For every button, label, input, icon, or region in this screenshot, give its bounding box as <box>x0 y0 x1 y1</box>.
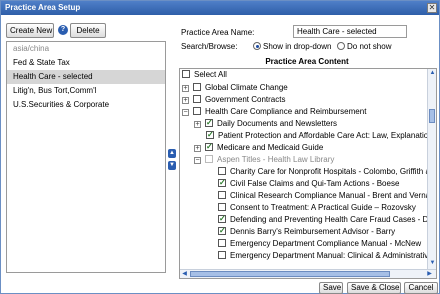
scroll-left-icon[interactable]: ◀ <box>180 270 189 278</box>
delete-button[interactable]: Delete <box>70 23 106 38</box>
checkbox-checked-icon[interactable] <box>218 213 226 225</box>
move-down-icon[interactable]: ▼ <box>168 161 176 170</box>
tree-row-label: Emergency Department Compliance Manual -… <box>230 239 422 248</box>
help-icon[interactable]: ? <box>58 25 68 35</box>
move-up-icon[interactable]: ▲ <box>168 149 176 158</box>
select-all-row[interactable]: Select All <box>182 69 227 81</box>
checkbox-icon[interactable] <box>182 70 190 78</box>
list-item[interactable]: U.S.Securities & Corporate <box>7 98 165 112</box>
list-item[interactable]: Fed & State Tax <box>7 56 165 70</box>
practice-area-name-label: Practice Area Name: <box>181 28 255 37</box>
checkbox-disabled-icon <box>205 155 213 163</box>
practice-area-name-input[interactable]: Health Care - selected <box>293 25 407 38</box>
horizontal-scroll-thumb[interactable] <box>190 271 390 277</box>
checkbox-checked-icon[interactable] <box>218 225 226 237</box>
save-and-close-button[interactable]: Save & Close <box>347 282 401 294</box>
tree-row[interactable]: + Medicare and Medicaid Guide <box>194 141 324 154</box>
checkbox-icon[interactable] <box>193 95 201 103</box>
vertical-scrollbar[interactable]: ▲ ▼ <box>427 69 436 269</box>
radio-show-label: Show in drop-down <box>263 42 332 51</box>
content-tree: Select All + Global Climate Change + Gover… <box>179 68 437 279</box>
radio-on-icon <box>253 42 261 50</box>
window-title: Practice Area Setup <box>5 3 81 12</box>
collapse-icon[interactable]: − <box>182 109 189 116</box>
tree-row-label: Emergency Department Manual: Clinical & … <box>230 251 433 260</box>
tree-row-label: Medicare and Medicaid Guide <box>217 143 324 152</box>
checkbox-checked-icon[interactable] <box>206 129 214 141</box>
expand-icon[interactable]: + <box>194 145 201 152</box>
tree-row-label: Daily Documents and Newsletters <box>217 119 338 128</box>
expand-icon[interactable]: + <box>194 121 201 128</box>
tree-row[interactable]: Defending and Preventing Health Care Fra… <box>218 213 433 226</box>
create-new-button[interactable]: Create New <box>6 23 54 38</box>
checkbox-checked-icon[interactable] <box>205 141 213 153</box>
tree-row-label: Global Climate Change <box>205 83 288 92</box>
title-bar: Practice Area Setup <box>1 1 439 15</box>
select-all-label: Select All <box>194 70 227 79</box>
checkbox-icon[interactable] <box>193 107 201 115</box>
tree-row-label: Consent to Treatment: A Practical Guide … <box>230 203 416 212</box>
checkbox-icon[interactable] <box>218 239 226 247</box>
tree-row[interactable]: Consent to Treatment: A Practical Guide … <box>218 202 416 214</box>
tree-row[interactable]: Patient Protection and Affordable Care A… <box>206 129 435 142</box>
radio-hide-label: Do not show <box>347 42 392 51</box>
save-button[interactable]: Save <box>319 282 343 294</box>
scroll-up-icon[interactable]: ▲ <box>428 69 436 78</box>
scroll-down-icon[interactable]: ▼ <box>428 259 436 268</box>
tree-row-label: Dennis Barry's Reimbursement Advisor - B… <box>230 227 396 236</box>
checkbox-icon[interactable] <box>218 251 226 259</box>
collapse-icon[interactable]: − <box>194 157 201 164</box>
tree-row-label: Defending and Preventing Health Care Fra… <box>230 215 433 224</box>
checkbox-checked-icon[interactable] <box>218 177 226 189</box>
close-icon[interactable]: ✕ <box>427 3 437 13</box>
tree-row[interactable]: Charity Care for Nonprofit Hospitals - C… <box>218 166 434 178</box>
cancel-button[interactable]: Cancel <box>404 282 438 294</box>
radio-show-in-dropdown[interactable]: Show in drop-down <box>253 42 331 51</box>
tree-row-label: Clinical Research Compliance Manual - Br… <box>230 191 435 200</box>
tree-row[interactable]: Clinical Research Compliance Manual - Br… <box>218 190 435 202</box>
horizontal-scrollbar[interactable]: ◀ ▶ <box>180 269 436 278</box>
radio-off-icon <box>337 42 345 50</box>
vertical-scroll-thumb[interactable] <box>429 109 435 123</box>
list-item[interactable]: Health Care - selected <box>7 70 165 84</box>
tree-row-label: Charity Care for Nonprofit Hospitals - C… <box>230 167 435 176</box>
radio-do-not-show[interactable]: Do not show <box>337 42 391 51</box>
checkbox-icon[interactable] <box>218 203 226 211</box>
practice-area-content-heading: Practice Area Content <box>265 57 349 66</box>
tree-row[interactable]: + Daily Documents and Newsletters <box>194 117 338 130</box>
scroll-right-icon[interactable]: ▶ <box>425 270 434 278</box>
tree-row[interactable]: Dennis Barry's Reimbursement Advisor - B… <box>218 225 396 238</box>
tree-row[interactable]: + Global Climate Change <box>182 82 288 94</box>
expand-icon[interactable]: + <box>182 97 189 104</box>
practice-area-setup-window: Practice Area Setup ✕ Create New ? Delet… <box>0 0 440 294</box>
tree-row-label: Health Care Compliance and Reimbursement <box>205 107 367 116</box>
tree-row-label: Civil False Claims and Qui-Tam Actions -… <box>230 179 400 188</box>
expand-icon[interactable]: + <box>182 85 189 92</box>
tree-row-label: Patient Protection and Affordable Care A… <box>218 131 435 140</box>
practice-area-list: asia/china Fed & State Tax Health Care -… <box>6 41 166 273</box>
tree-row-label: Aspen Titles - Health Law Library <box>217 155 335 164</box>
checkbox-icon[interactable] <box>193 83 201 91</box>
tree-row[interactable]: Emergency Department Compliance Manual -… <box>218 238 421 250</box>
list-item[interactable]: Litig'n, Bus Tort,Comm'l <box>7 84 165 98</box>
search-browse-label: Search/Browse: <box>181 42 238 51</box>
checkbox-icon[interactable] <box>218 191 226 199</box>
checkbox-icon[interactable] <box>218 167 226 175</box>
tree-row[interactable]: Emergency Department Manual: Clinical & … <box>218 250 433 262</box>
tree-row[interactable]: Civil False Claims and Qui-Tam Actions -… <box>218 177 400 190</box>
list-item[interactable]: asia/china <box>7 42 165 56</box>
tree-row[interactable]: − Aspen Titles - Health Law Library <box>194 154 334 166</box>
tree-row-label: Government Contracts <box>205 95 286 104</box>
tree-row[interactable]: + Government Contracts <box>182 94 285 106</box>
checkbox-checked-icon[interactable] <box>205 117 213 129</box>
